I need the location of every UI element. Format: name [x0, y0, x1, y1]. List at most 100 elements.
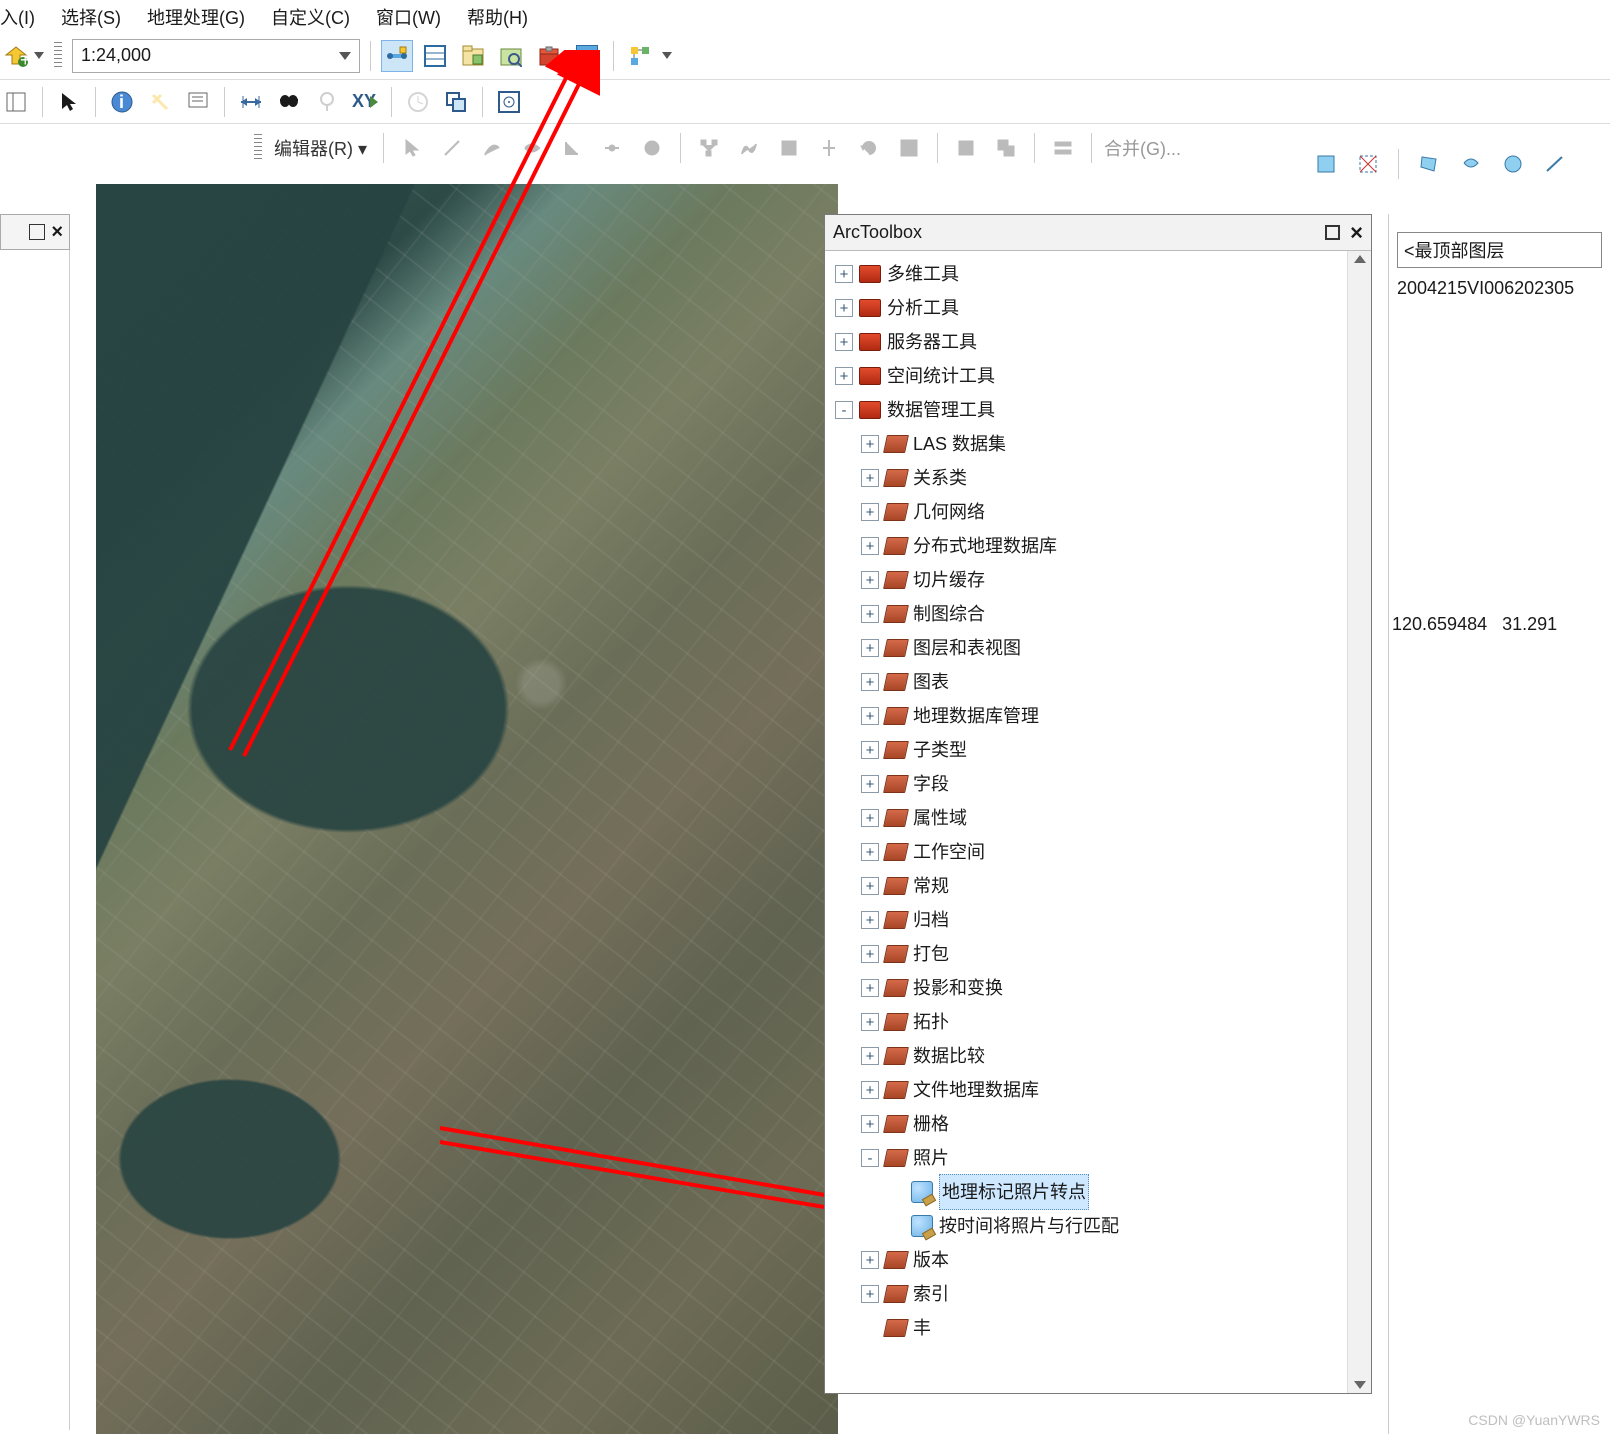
expand-icon[interactable]: +	[835, 367, 853, 385]
expand-icon[interactable]: +	[861, 435, 879, 453]
expand-icon[interactable]: +	[861, 945, 879, 963]
menu-geoprocessing[interactable]: 地理处理(G)	[147, 4, 245, 26]
tree-item[interactable]: +图表	[835, 665, 1367, 699]
scale-combo[interactable]: 1:24,000	[72, 39, 360, 73]
dropdown-icon[interactable]	[662, 52, 672, 59]
expand-icon[interactable]: +	[861, 639, 879, 657]
expand-icon[interactable]: +	[861, 775, 879, 793]
viewer-window-button[interactable]	[493, 86, 525, 118]
tree-item[interactable]: +数据比较	[835, 1039, 1367, 1073]
identify-button[interactable]: i	[106, 86, 138, 118]
tree-item[interactable]: +LAS 数据集	[835, 427, 1367, 461]
hyperlink-button[interactable]	[144, 86, 176, 118]
expand-icon[interactable]: +	[861, 979, 879, 997]
create-viewer-button[interactable]	[440, 86, 472, 118]
tree-item[interactable]: +分布式地理数据库	[835, 529, 1367, 563]
menu-window[interactable]: 窗口(W)	[376, 4, 441, 26]
expand-icon[interactable]: +	[835, 333, 853, 351]
tree-item[interactable]: +多维工具	[835, 257, 1367, 291]
add-data-button[interactable]: +	[0, 40, 32, 72]
expand-icon[interactable]: +	[861, 605, 879, 623]
expand-icon[interactable]: +	[861, 1251, 879, 1269]
tree-item[interactable]: +图层和表视图	[835, 631, 1367, 665]
expand-icon[interactable]: +	[861, 469, 879, 487]
edit-tool-button[interactable]	[396, 132, 428, 164]
expand-icon[interactable]: +	[835, 299, 853, 317]
find-route-button[interactable]	[311, 86, 343, 118]
expand-icon[interactable]: +	[861, 1047, 879, 1065]
clear-selection-button[interactable]	[1352, 148, 1384, 180]
python-button[interactable]	[571, 40, 603, 72]
menu-select[interactable]: 选择(S)	[61, 4, 121, 26]
tree-item[interactable]: +索引	[835, 1277, 1367, 1311]
expand-icon[interactable]: +	[861, 809, 879, 827]
expand-icon[interactable]: +	[861, 673, 879, 691]
tree-item[interactable]: +字段	[835, 767, 1367, 801]
catalog-button[interactable]	[457, 40, 489, 72]
menu-help[interactable]: 帮助(H)	[467, 4, 528, 26]
expand-icon[interactable]: +	[861, 1115, 879, 1133]
tree-item[interactable]: +空间统计工具	[835, 359, 1367, 393]
tree-item[interactable]: +工作空间	[835, 835, 1367, 869]
table-of-contents-button[interactable]	[419, 40, 451, 72]
close-icon[interactable]: ×	[51, 221, 63, 244]
tree-item[interactable]: -照片	[835, 1141, 1367, 1175]
tree-item[interactable]: +投影和变换	[835, 971, 1367, 1005]
map-view[interactable]	[96, 184, 838, 1434]
html-popup-button[interactable]	[182, 86, 214, 118]
editor-menu[interactable]: 编辑器(R) ▾	[274, 135, 371, 161]
add-data-dropdown[interactable]	[34, 52, 44, 59]
expand-icon[interactable]: +	[861, 911, 879, 929]
tree-item[interactable]: +属性域	[835, 801, 1367, 835]
tree-item[interactable]: 地理标记照片转点	[835, 1175, 1367, 1209]
collapse-icon[interactable]: -	[835, 401, 853, 419]
scrollbar[interactable]	[1347, 251, 1371, 1393]
expand-icon[interactable]: +	[861, 843, 879, 861]
model-builder-button[interactable]	[624, 40, 656, 72]
expand-icon[interactable]: +	[861, 877, 879, 895]
expand-icon[interactable]: +	[861, 1285, 879, 1303]
tree-item[interactable]: +几何网络	[835, 495, 1367, 529]
expand-icon[interactable]: +	[861, 1013, 879, 1031]
scroll-up-icon[interactable]	[1354, 255, 1366, 263]
restore-icon[interactable]	[1325, 225, 1340, 240]
tree-item[interactable]: +地理数据库管理	[835, 699, 1367, 733]
search-button[interactable]	[495, 40, 527, 72]
restore-icon[interactable]	[29, 224, 45, 240]
time-slider-button[interactable]	[402, 86, 434, 118]
tree-item[interactable]: +常规	[835, 869, 1367, 903]
expand-icon[interactable]: +	[861, 503, 879, 521]
tree-item[interactable]: 按时间将照片与行匹配	[835, 1209, 1367, 1243]
expand-icon[interactable]: +	[861, 1081, 879, 1099]
toolbox-tree[interactable]: +多维工具+分析工具+服务器工具+空间统计工具-数据管理工具+LAS 数据集+关…	[825, 251, 1371, 1351]
layout-button[interactable]	[0, 86, 32, 118]
tree-item[interactable]: +分析工具	[835, 291, 1367, 325]
tree-item[interactable]: +栅格	[835, 1107, 1367, 1141]
select-by-lasso-button[interactable]	[1455, 148, 1487, 180]
tree-item[interactable]: +关系类	[835, 461, 1367, 495]
tree-item[interactable]: 丰	[835, 1311, 1367, 1345]
tree-item[interactable]: +拓扑	[835, 1005, 1367, 1039]
expand-icon[interactable]: +	[861, 537, 879, 555]
expand-icon[interactable]: +	[835, 265, 853, 283]
find-button[interactable]	[273, 86, 305, 118]
tree-item[interactable]: +切片缓存	[835, 563, 1367, 597]
expand-icon[interactable]: +	[861, 571, 879, 589]
editor-toolbar-button[interactable]	[381, 40, 413, 72]
select-by-rect-button[interactable]	[1310, 148, 1342, 180]
collapse-icon[interactable]: -	[861, 1149, 879, 1167]
tree-item[interactable]: +子类型	[835, 733, 1367, 767]
top-layer-field[interactable]: <最顶部图层	[1397, 232, 1602, 268]
select-by-polygon-button[interactable]	[1413, 148, 1445, 180]
expand-icon[interactable]: +	[861, 707, 879, 725]
tree-item[interactable]: +版本	[835, 1243, 1367, 1277]
arctoolbox-button[interactable]	[533, 40, 565, 72]
tree-item[interactable]: +文件地理数据库	[835, 1073, 1367, 1107]
tree-item[interactable]: +服务器工具	[835, 325, 1367, 359]
select-by-circle-button[interactable]	[1497, 148, 1529, 180]
menu-customize[interactable]: 自定义(C)	[271, 4, 350, 26]
menu-insert[interactable]: 入(I)	[0, 4, 35, 26]
select-elements-button[interactable]	[53, 86, 85, 118]
expand-icon[interactable]: +	[861, 741, 879, 759]
scroll-down-icon[interactable]	[1354, 1381, 1366, 1389]
